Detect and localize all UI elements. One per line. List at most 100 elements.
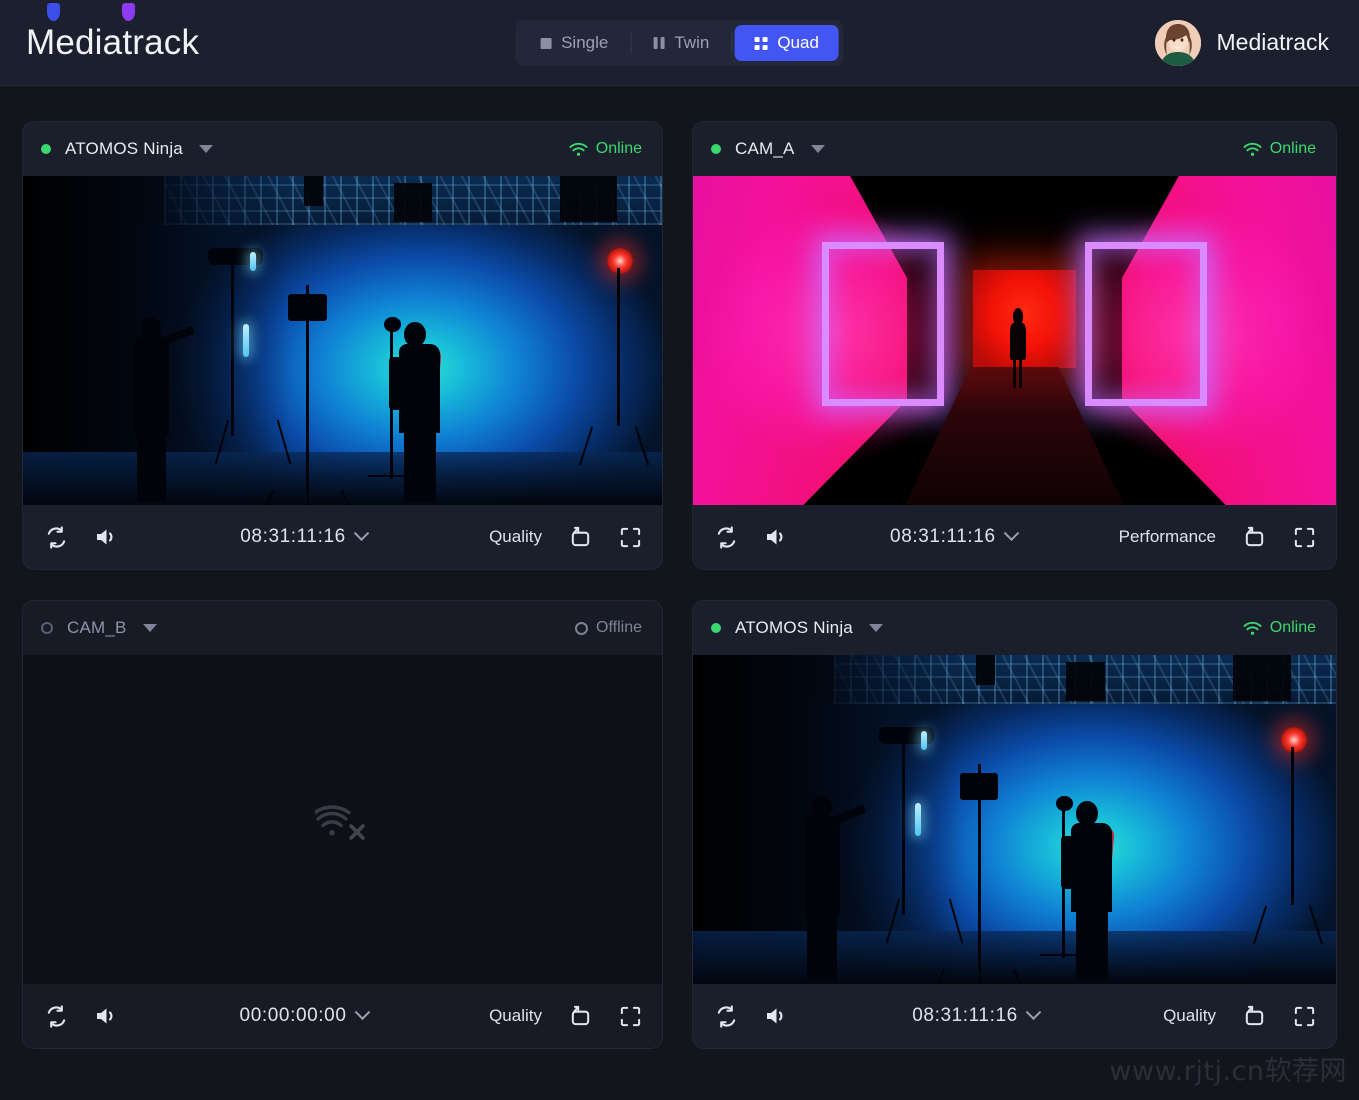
panel-1-sync-button[interactable]	[45, 526, 68, 549]
panel-3-timecode-dropdown[interactable]	[357, 1011, 368, 1022]
tab-quad[interactable]: Quad	[734, 25, 839, 61]
status-dot-offline	[41, 622, 53, 634]
panel-2-pip-button[interactable]	[1242, 525, 1267, 549]
twin-pane-icon	[653, 37, 664, 49]
panel-2-status: Online	[1243, 140, 1316, 158]
panel-3-fullscreen-button[interactable]	[619, 1005, 642, 1028]
panel-1-fullscreen-button[interactable]	[619, 526, 642, 549]
panel-3-controls: 00:00:00:00 Quality	[23, 984, 662, 1048]
volume-icon	[764, 1005, 788, 1027]
panel-3-header: CAM_B Offline	[23, 601, 662, 655]
caret-down-icon	[869, 624, 883, 632]
panel-2-source-dropdown[interactable]	[809, 145, 825, 153]
picture-in-picture-icon	[568, 525, 593, 549]
panel-3-status: Offline	[575, 619, 642, 637]
tab-twin-label: Twin	[674, 33, 709, 53]
panel-1-status-label: Online	[596, 140, 642, 158]
panel-4-status-label: Online	[1270, 619, 1316, 637]
offline-circle-icon	[575, 622, 588, 635]
panel-2-header: CAM_A Online	[693, 122, 1336, 176]
status-dot-online	[711, 144, 721, 154]
camera-panel-3: CAM_B Offline	[22, 600, 663, 1049]
fullscreen-icon	[1293, 526, 1316, 549]
panel-3-volume-button[interactable]	[94, 1005, 118, 1027]
panel-2-mode-label[interactable]: Performance	[1119, 527, 1216, 547]
panel-2-fullscreen-button[interactable]	[1293, 526, 1316, 549]
sync-icon	[45, 1005, 68, 1028]
panel-2-sync-button[interactable]	[715, 526, 738, 549]
camera-panel-1: ATOMOS Ninja Online	[22, 121, 663, 570]
panel-2-volume-button[interactable]	[764, 526, 788, 548]
picture-in-picture-icon	[568, 1004, 593, 1028]
panel-2-controls: 08:31:11:16 Performance	[693, 505, 1336, 569]
user-name: Mediatrack	[1217, 29, 1329, 56]
caret-down-icon	[199, 145, 213, 153]
user-menu[interactable]: Mediatrack	[1155, 20, 1329, 66]
chevron-down-icon	[1026, 1004, 1042, 1020]
panel-4-volume-button[interactable]	[764, 1005, 788, 1027]
panel-1-title: ATOMOS Ninja	[65, 139, 183, 159]
panel-4-source-dropdown[interactable]	[867, 624, 883, 632]
volume-icon	[94, 1005, 118, 1027]
panel-3-timecode: 00:00:00:00	[240, 1005, 347, 1027]
panel-3-source-dropdown[interactable]	[141, 624, 157, 632]
panel-4-title: ATOMOS Ninja	[735, 618, 853, 638]
layout-mode-switcher[interactable]: Single Twin Quad	[515, 20, 844, 66]
segment-divider-1	[630, 33, 631, 53]
panel-4-video[interactable]	[693, 655, 1336, 984]
avatar[interactable]	[1155, 20, 1201, 66]
logo-pin-blue-icon	[47, 3, 60, 21]
caret-down-icon	[143, 624, 157, 632]
sync-icon	[715, 1005, 738, 1028]
wifi-icon	[1243, 621, 1262, 636]
panel-1-header: ATOMOS Ninja Online	[23, 122, 662, 176]
camera-panel-2: CAM_A Online	[692, 121, 1337, 570]
fullscreen-icon	[619, 526, 642, 549]
fullscreen-icon	[619, 1005, 642, 1028]
panel-1-timecode: 08:31:11:16	[240, 526, 346, 548]
chevron-down-icon	[354, 1004, 370, 1020]
panel-4-mode-label[interactable]: Quality	[1163, 1006, 1216, 1026]
tab-single[interactable]: Single	[520, 25, 628, 61]
panel-4-pip-button[interactable]	[1242, 1004, 1267, 1028]
tab-twin[interactable]: Twin	[633, 25, 729, 61]
picture-in-picture-icon	[1242, 1004, 1267, 1028]
panel-2-video[interactable]	[693, 176, 1336, 505]
panel-3-sync-button[interactable]	[45, 1005, 68, 1028]
caret-down-icon	[811, 145, 825, 153]
brand-name: Mediatrack	[26, 25, 199, 60]
panel-3-video[interactable]	[23, 655, 662, 984]
sync-icon	[715, 526, 738, 549]
site-watermark: www.rjtj.cn软荐网	[1109, 1049, 1347, 1088]
camera-grid: ATOMOS Ninja Online	[0, 86, 1359, 1049]
app-header: Mediatrack Single Twin Quad	[0, 0, 1359, 86]
tab-single-label: Single	[561, 33, 608, 53]
panel-2-title: CAM_A	[735, 139, 795, 159]
panel-4-sync-button[interactable]	[715, 1005, 738, 1028]
chevron-down-icon	[1003, 525, 1019, 541]
logo-pin-purple-icon	[122, 3, 135, 21]
panel-1-mode-label[interactable]: Quality	[489, 527, 542, 547]
panel-1-volume-button[interactable]	[94, 526, 118, 548]
panel-4-timecode-dropdown[interactable]	[1028, 1011, 1039, 1022]
wifi-icon	[569, 142, 588, 157]
status-dot-online	[41, 144, 51, 154]
status-dot-online	[711, 623, 721, 633]
panel-1-source-dropdown[interactable]	[197, 145, 213, 153]
panel-4-fullscreen-button[interactable]	[1293, 1005, 1316, 1028]
picture-in-picture-icon	[1242, 525, 1267, 549]
single-pane-icon	[540, 38, 551, 49]
panel-1-video[interactable]	[23, 176, 662, 505]
panel-1-pip-button[interactable]	[568, 525, 593, 549]
panel-3-pip-button[interactable]	[568, 1004, 593, 1028]
chevron-down-icon	[354, 525, 370, 541]
panel-2-timecode-dropdown[interactable]	[1006, 532, 1017, 543]
panel-3-mode-label[interactable]: Quality	[489, 1006, 542, 1026]
panel-2-timecode: 08:31:11:16	[890, 526, 996, 548]
panel-1-timecode-dropdown[interactable]	[356, 532, 367, 543]
fullscreen-icon	[1293, 1005, 1316, 1028]
app-logo: Mediatrack	[26, 25, 199, 60]
quad-pane-icon	[754, 37, 767, 50]
panel-4-status: Online	[1243, 619, 1316, 637]
wifi-off-icon	[315, 796, 371, 844]
